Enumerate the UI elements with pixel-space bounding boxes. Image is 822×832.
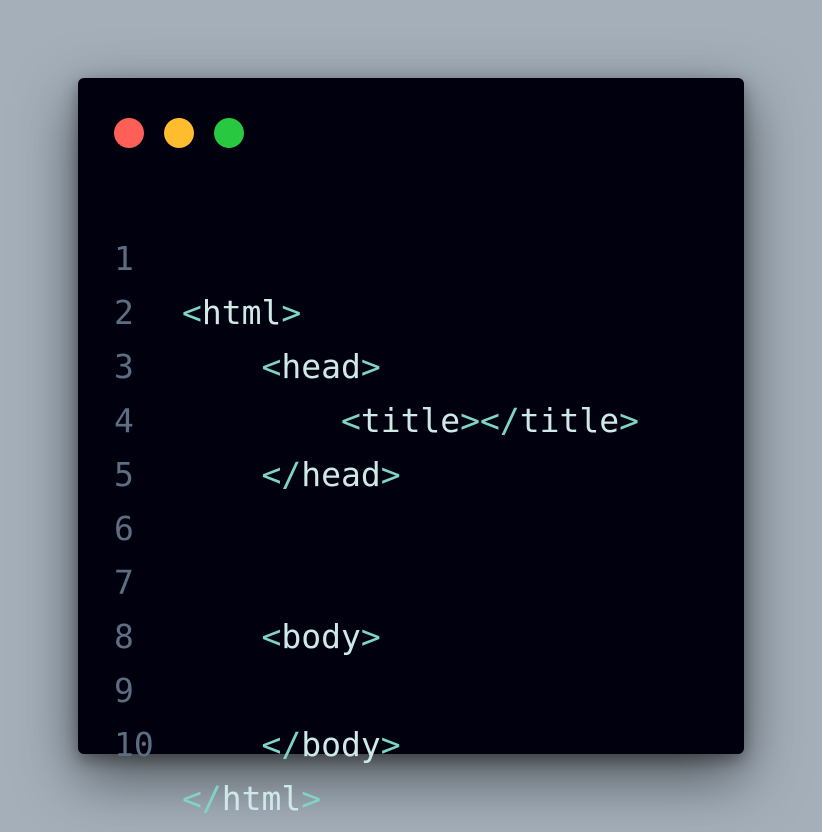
tag-name: html	[221, 779, 302, 818]
line-source: </body>	[182, 718, 401, 772]
line-source: </html>	[182, 772, 321, 826]
close-button[interactable]	[114, 118, 144, 148]
code-line: 10 </html>	[78, 664, 744, 818]
code-line: 1 <html>	[78, 178, 744, 332]
code-window: 1 <html> 2 <head> 3 <title></title> 4 </…	[78, 78, 744, 818]
line-number: 10	[114, 725, 154, 764]
tag-open-bracket: </	[182, 779, 222, 818]
tag-close-bracket: >	[301, 779, 322, 818]
maximize-button[interactable]	[214, 118, 244, 148]
code-line: 4 </head>	[78, 340, 744, 494]
code-line: 3 <title></title>	[78, 286, 744, 440]
code-line: 7 <body>	[78, 502, 744, 656]
code-line: 5	[78, 394, 744, 494]
tag-open-bracket: </	[261, 725, 302, 764]
minimize-button[interactable]	[164, 118, 194, 148]
tag-close-bracket: >	[380, 725, 401, 764]
code-line: 6	[78, 448, 744, 548]
code-block: 1 <html> 2 <head> 3 <title></title> 4 </…	[78, 178, 744, 818]
code-line: 9 </body>	[78, 610, 744, 764]
code-line: 8	[78, 556, 744, 656]
code-line: 2 <head>	[78, 232, 744, 386]
tag-name: body	[301, 725, 381, 764]
